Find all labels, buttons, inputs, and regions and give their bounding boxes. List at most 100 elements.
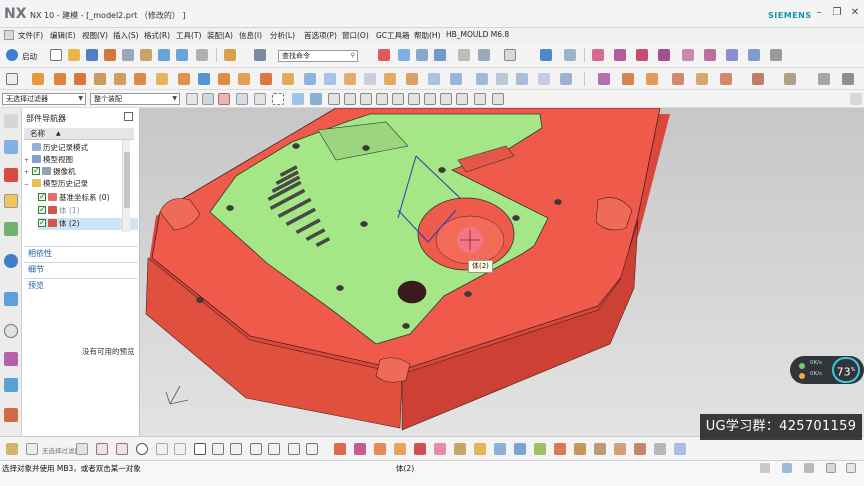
model-render[interactable] xyxy=(140,108,864,436)
draft-icon[interactable] xyxy=(260,73,272,85)
menu-window[interactable]: 窗口(O) xyxy=(342,30,369,41)
box-select-icon[interactable] xyxy=(272,93,284,105)
grid-icon[interactable] xyxy=(398,49,410,61)
standard-part-icon[interactable] xyxy=(720,73,732,85)
unite-icon[interactable] xyxy=(156,73,168,85)
status-icon[interactable] xyxy=(760,463,770,473)
shell-icon[interactable] xyxy=(198,73,210,85)
pin-icon[interactable] xyxy=(124,112,133,121)
start-icon[interactable] xyxy=(6,49,18,61)
pattern-tool-icon[interactable] xyxy=(574,443,586,455)
layer-icon[interactable] xyxy=(416,49,428,61)
status-icon[interactable] xyxy=(826,463,836,473)
section-tool-icon[interactable] xyxy=(554,443,566,455)
arc-icon[interactable] xyxy=(614,49,626,61)
fillet-curve-icon[interactable] xyxy=(682,49,694,61)
menu-edit[interactable]: 编辑(E) xyxy=(50,30,76,41)
polygon-tool-icon[interactable] xyxy=(212,443,224,455)
datum-tool-icon[interactable] xyxy=(454,443,466,455)
save-icon[interactable] xyxy=(86,49,98,61)
hole-icon[interactable] xyxy=(74,73,86,85)
circle-tool-icon[interactable] xyxy=(136,443,148,455)
restore-button[interactable]: ❐ xyxy=(830,6,844,20)
offset-tool-icon[interactable] xyxy=(268,443,280,455)
snap-off-icon[interactable] xyxy=(492,93,504,105)
menu-analysis[interactable]: 分析(L) xyxy=(270,30,295,41)
tree-item-datum-csys[interactable]: 基准坐标系 (0) xyxy=(38,191,110,204)
measure-icon[interactable] xyxy=(564,49,576,61)
redo-icon[interactable] xyxy=(176,49,188,61)
menu-tools[interactable]: 工具(T) xyxy=(176,30,201,41)
tree-item-model-history[interactable]: − 模型历史记录 xyxy=(24,178,88,190)
studio-spline-icon[interactable] xyxy=(658,49,670,61)
close-button[interactable]: ✕ xyxy=(848,6,862,20)
intersection-icon[interactable] xyxy=(376,93,388,105)
wcs-icon[interactable] xyxy=(434,49,446,61)
system-scene-icon[interactable] xyxy=(4,408,18,422)
replace-tool-icon[interactable] xyxy=(634,443,646,455)
checkbox[interactable] xyxy=(38,191,46,203)
menu-hb-mould[interactable]: HB_MOULD M6.8 xyxy=(446,30,509,39)
tree-item-body-1[interactable]: 体 (1) xyxy=(38,204,80,217)
tree-item-history-mode[interactable]: 历史记录模式 xyxy=(24,142,88,154)
grid-toggle-icon[interactable] xyxy=(26,443,38,455)
status-icon[interactable] xyxy=(846,463,856,473)
pattern-icon[interactable] xyxy=(304,73,316,85)
trim-curve-icon[interactable] xyxy=(704,49,716,61)
cut-icon[interactable] xyxy=(104,49,116,61)
sort-ascending-icon[interactable]: ▲ xyxy=(56,128,61,140)
line-icon[interactable] xyxy=(592,49,604,61)
name-column-header[interactable]: 名称 ▲ xyxy=(24,128,134,140)
control-point-icon[interactable] xyxy=(360,93,372,105)
quadrant-icon[interactable] xyxy=(408,93,420,105)
start-label[interactable]: 启动 xyxy=(22,51,37,62)
extrude-icon[interactable] xyxy=(32,73,44,85)
draft-tool-icon[interactable] xyxy=(394,443,406,455)
repeat-icon[interactable] xyxy=(196,49,208,61)
select-all-icon[interactable] xyxy=(202,93,214,105)
trim-tool-icon[interactable] xyxy=(306,443,318,455)
snap-point-icon[interactable] xyxy=(186,93,198,105)
bounded-plane-icon[interactable] xyxy=(560,73,572,85)
menu-view[interactable]: 视图(V) xyxy=(82,30,108,41)
checkbox[interactable] xyxy=(32,165,40,177)
revolve-icon[interactable] xyxy=(54,73,66,85)
menu-information[interactable]: 信息(I) xyxy=(239,30,262,41)
roles-icon[interactable] xyxy=(4,378,18,392)
menu-help[interactable]: 帮助(H) xyxy=(414,30,441,41)
move-tool-icon[interactable] xyxy=(594,443,606,455)
measure-tool-icon[interactable] xyxy=(534,443,546,455)
checkbox[interactable] xyxy=(38,217,46,229)
pad-icon[interactable] xyxy=(114,73,126,85)
project-curve-icon[interactable] xyxy=(748,49,760,61)
wave-link-icon[interactable] xyxy=(674,443,686,455)
delete-face-icon[interactable] xyxy=(450,73,462,85)
swept-icon[interactable] xyxy=(516,73,528,85)
new-file-icon[interactable] xyxy=(50,49,62,61)
lasso-icon[interactable] xyxy=(254,93,266,105)
loft-tool-icon[interactable] xyxy=(514,443,526,455)
cooling-icon[interactable] xyxy=(784,73,796,85)
hide-icon[interactable] xyxy=(478,49,490,61)
move-face-icon[interactable] xyxy=(428,73,440,85)
system-materials-icon[interactable] xyxy=(4,324,18,338)
offset-curve-icon[interactable] xyxy=(726,49,738,61)
spline-icon[interactable] xyxy=(636,49,648,61)
network-speed-widget[interactable]: 0K/s 0K/s 73% xyxy=(790,356,864,384)
thicken-icon[interactable] xyxy=(384,73,396,85)
cavity-layout-icon[interactable] xyxy=(672,73,684,85)
offset-face-icon[interactable] xyxy=(344,73,356,85)
arc-center-icon[interactable] xyxy=(392,93,404,105)
reuse-library-icon[interactable] xyxy=(4,222,18,236)
snap-icon[interactable] xyxy=(378,49,390,61)
extrude-tool-icon[interactable] xyxy=(334,443,346,455)
view-fit-icon[interactable] xyxy=(292,93,304,105)
boolean-tool-icon[interactable] xyxy=(434,443,446,455)
graphics-viewport[interactable]: 体(2) xyxy=(140,108,864,436)
tree-item-model-views[interactable]: + 模型视图 xyxy=(24,154,73,166)
edge-blend-icon[interactable] xyxy=(218,73,230,85)
delete-tool-icon[interactable] xyxy=(654,443,666,455)
n-sided-icon[interactable] xyxy=(538,73,550,85)
move-object-icon[interactable] xyxy=(540,49,552,61)
menu-file[interactable]: 文件(F) xyxy=(18,30,43,41)
